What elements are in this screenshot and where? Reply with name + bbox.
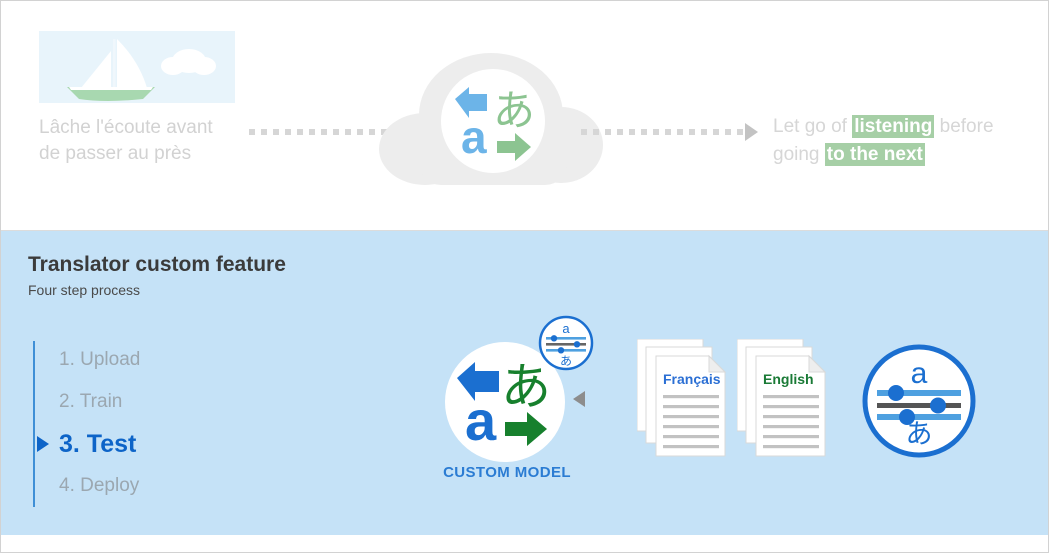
document-stack-english: English <box>736 338 833 470</box>
tuning-sliders-svg: a あ <box>538 315 594 371</box>
translator-glyph-svg: a あ <box>455 86 535 163</box>
document-stacks: Français English <box>636 338 837 470</box>
step-item-test[interactable]: 3. Test <box>33 423 233 465</box>
target-text-pre-2: going <box>773 144 825 165</box>
document-stack-svg: English <box>736 338 827 457</box>
target-line-1: Let go of listening before <box>773 113 1035 141</box>
sailboat-illustration <box>39 31 235 103</box>
dotted-arrow-right <box>581 129 743 135</box>
source-block: Lâche l'écoute avant de passer au près <box>39 31 279 167</box>
svg-text:English: English <box>763 371 814 387</box>
highlighted-term-2: to the next <box>824 143 925 166</box>
target-text-pre: Let go of <box>773 116 853 137</box>
step-marker-icon <box>37 436 49 452</box>
step-item-upload[interactable]: 1. Upload <box>33 339 233 381</box>
step-item-train[interactable]: 2. Train <box>33 381 233 423</box>
svg-text:a: a <box>461 111 487 163</box>
target-block: Let go of listening before going to the … <box>773 113 1035 169</box>
sailboat-svg <box>39 31 235 103</box>
step-label: 1. Upload <box>59 349 141 370</box>
custom-feature-panel: Translator custom feature Four step proc… <box>1 231 1048 535</box>
bottom-strip <box>1 535 1048 552</box>
target-text-post: before <box>934 116 994 137</box>
cloud-service: a あ <box>379 45 603 205</box>
svg-text:a: a <box>911 357 928 390</box>
language-tuning-icon: a あ <box>861 343 977 459</box>
svg-text:a: a <box>465 389 497 452</box>
screenshot-frame: Lâche l'écoute avant de passer au près a… <box>0 0 1049 553</box>
step-list: 1. Upload 2. Train 3. Test 4. Deploy <box>33 339 233 507</box>
translation-flow-panel: Lâche l'écoute avant de passer au près a… <box>1 1 1048 231</box>
target-line-2: going to the next <box>773 141 1035 169</box>
svg-text:a: a <box>562 321 570 336</box>
pointer-triangle-icon <box>573 391 585 407</box>
highlighted-term-1: listening <box>852 115 935 138</box>
custom-model-label: CUSTOM MODEL <box>443 464 571 481</box>
document-stack-svg: Français <box>636 338 727 457</box>
language-tuning-svg: a あ <box>862 344 976 458</box>
svg-text:あ: あ <box>560 354 572 368</box>
svg-text:Français: Français <box>663 371 721 387</box>
source-caption: Lâche l'écoute avant de passer au près <box>39 117 213 164</box>
svg-text:あ: あ <box>493 86 535 135</box>
page-subtitle: Four step process <box>28 282 141 298</box>
step-label: 4. Deploy <box>59 475 140 496</box>
page-title: Translator custom feature <box>28 253 286 276</box>
arrowhead-icon <box>745 123 758 141</box>
translator-icon: a あ <box>441 69 545 173</box>
step-label: 3. Test <box>59 430 137 458</box>
document-stack-french: Français <box>636 338 733 470</box>
step-label: 2. Train <box>59 391 123 412</box>
step-item-deploy[interactable]: 4. Deploy <box>33 465 233 507</box>
tuning-sliders-badge: a あ <box>537 314 595 372</box>
